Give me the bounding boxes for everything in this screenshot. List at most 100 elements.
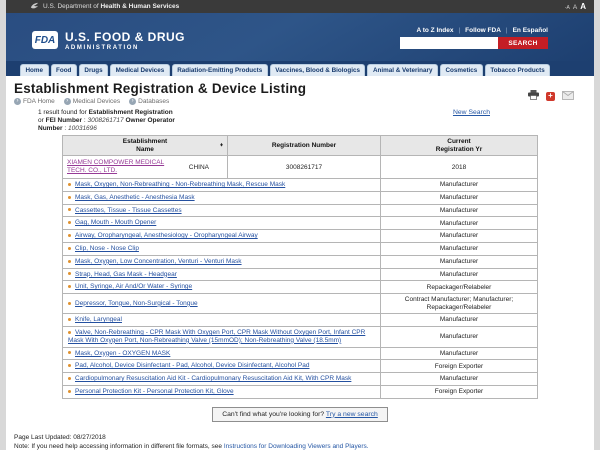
tab-vaccines-blood-biologics[interactable]: Vaccines, Blood & Biologics	[270, 64, 366, 77]
bullet-icon	[68, 260, 71, 263]
tab-food[interactable]: Food	[51, 64, 77, 77]
device-row: Mask, Oxygen, Non-Rebreathing - Non-Rebr…	[63, 179, 538, 192]
device-row: Knife, Laryngeal Manufacturer	[63, 314, 538, 327]
device-link-airway-oropharyngeal-anesthesiology-orop[interactable]: Airway, Oropharyngeal, Anesthesiology - …	[75, 232, 258, 239]
print-icon[interactable]	[528, 87, 539, 105]
device-row: Unit, Syringe, Air And/Or Water - Syring…	[63, 281, 538, 294]
search-input[interactable]	[400, 37, 498, 49]
device-link-personal-protection-kit-personal-protect[interactable]: Personal Protection Kit - Personal Prote…	[75, 388, 234, 395]
device-link-strap-head-gas-mask-headgear[interactable]: Strap, Head, Gas Mask - Headgear	[75, 271, 177, 278]
device-link-gag-mouth-mouth-opener[interactable]: Gag, Mouth - Mouth Opener	[75, 219, 156, 226]
viewers-players-link[interactable]: Instructions for Downloading Viewers and…	[224, 443, 369, 450]
device-link-unit-syringe-air-and-or-water-syringe[interactable]: Unit, Syringe, Air And/Or Water - Syring…	[75, 283, 192, 290]
establishment-row: XIAMEN COMPOWER MEDICAL TECH. CO., LTD. …	[63, 156, 538, 179]
device-row: Pad, Alcohol, Device Disinfectant - Pad,…	[63, 360, 538, 373]
device-row: Gag, Mouth - Mouth Opener Manufacturer	[63, 217, 538, 230]
email-icon[interactable]	[562, 87, 574, 105]
device-row: Mask, Oxygen - OXYGEN MASK Manufacturer	[63, 347, 538, 360]
breadcrumb-arrow-icon: ›	[64, 98, 71, 105]
breadcrumb-link-fda-home[interactable]: FDA Home	[23, 98, 55, 105]
device-row: Airway, Oropharyngeal, Anesthesiology - …	[63, 230, 538, 243]
device-row: Mask, Oxygen, Low Concentration, Venturi…	[63, 255, 538, 268]
device-role: Manufacturer	[381, 242, 538, 255]
quick-link-en-espa-ol[interactable]: En Español	[513, 27, 548, 34]
device-row: Depressor, Tongue, Non-Surgical - Tongue…	[63, 294, 538, 314]
fda-logo[interactable]: FDA	[32, 31, 58, 49]
device-link-cassettes-tissue-tissue-cassettes[interactable]: Cassettes, Tissue - Tissue Cassettes	[75, 207, 182, 214]
font-size-large[interactable]: A	[580, 2, 586, 11]
try-new-search-link[interactable]: Try a new search	[326, 411, 378, 418]
column-registration-number: Registration Number	[228, 136, 381, 156]
device-role: Manufacturer	[381, 268, 538, 281]
device-role: Manufacturer	[381, 347, 538, 360]
bullet-icon	[68, 208, 71, 211]
device-role: Foreign Exporter	[381, 385, 538, 398]
hhs-top-bar: U.S. Department of Health & Human Servic…	[6, 0, 594, 13]
device-link-depressor-tongue-non-surgical-tongue[interactable]: Depressor, Tongue, Non-Surgical - Tongue	[75, 300, 198, 307]
device-row: Mask, Gas, Anesthetic - Anesthesia Mask M…	[63, 191, 538, 204]
device-row: Cardiopulmonary Resuscitation Aid Kit - …	[63, 373, 538, 386]
sort-icon[interactable]: ♦	[220, 142, 223, 150]
device-link-mask-oxygen-oxygen-mask[interactable]: Mask, Oxygen - OXYGEN MASK	[75, 350, 170, 357]
column-current-registration-yr: Current Registration Yr	[381, 136, 538, 156]
bullet-icon	[68, 272, 71, 275]
device-link-knife-laryngeal[interactable]: Knife, Laryngeal	[75, 316, 122, 323]
share-icon[interactable]: +	[546, 92, 555, 101]
breadcrumb-arrow-icon: ›	[129, 98, 136, 105]
device-link-mask-gas-anesthetic-anesthesia-mask[interactable]: Mask, Gas, Anesthetic - Anesthesia Mask	[75, 194, 195, 201]
bullet-icon	[68, 318, 71, 321]
bullet-icon	[68, 221, 71, 224]
results-table: Establishment Name♦ Registration Number …	[62, 135, 538, 399]
breadcrumb-item-databases[interactable]: ›Databases	[129, 98, 169, 105]
quick-link-follow-fda[interactable]: Follow FDA	[465, 27, 501, 34]
tab-home[interactable]: Home	[20, 64, 49, 77]
device-link-pad-alcohol-device-disinfectant-pad-alco[interactable]: Pad, Alcohol, Device Disinfectant - Pad,…	[75, 362, 310, 369]
establishment-name-link[interactable]: XIAMEN COMPOWER MEDICAL TECH. CO., LTD.	[67, 159, 167, 175]
fda-masthead: FDA U.S. FOOD & DRUG ADMINISTRATION A to…	[6, 13, 594, 61]
new-search-link[interactable]: New Search	[453, 109, 490, 116]
font-size-small[interactable]: -A	[565, 5, 570, 11]
bullet-icon	[68, 247, 71, 250]
device-role: Manufacturer	[381, 191, 538, 204]
device-role: Manufacturer	[381, 217, 538, 230]
device-row: Strap, Head, Gas Mask - Headgear Manufact…	[63, 268, 538, 281]
breadcrumb-link-medical-devices[interactable]: Medical Devices	[73, 98, 120, 105]
cant-find-text: Can't find what you're looking for?	[222, 411, 324, 418]
bullet-icon	[68, 351, 71, 354]
font-size-controls[interactable]: -A A A	[565, 2, 586, 11]
tab-tobacco-products[interactable]: Tobacco Products	[485, 64, 550, 77]
breadcrumb-link-databases[interactable]: Databases	[138, 98, 169, 105]
device-link-valve-non-rebreathing-cpr-mask-with-oxyg[interactable]: Valve, Non-Rebreathing - CPR Mask With O…	[68, 329, 365, 344]
page-last-updated: Page Last Updated: 08/27/2018	[14, 434, 586, 442]
page-title: Establishment Registration & Device List…	[14, 81, 306, 96]
tab-animal-veterinary[interactable]: Animal & Veterinary	[367, 64, 438, 77]
device-role: Manufacturer	[381, 230, 538, 243]
result-summary-line: 1 result found for Establishment Registr…	[38, 109, 175, 117]
device-link-cardiopulmonary-resuscitation-aid-kit-ca[interactable]: Cardiopulmonary Resuscitation Aid Kit - …	[75, 375, 351, 382]
font-size-medium[interactable]: A	[573, 4, 577, 11]
breadcrumb-item-fda-home[interactable]: ›FDA Home	[14, 98, 55, 105]
main-content: Establishment Registration & Device List…	[6, 76, 594, 450]
search-button[interactable]: SEARCH	[498, 37, 548, 49]
breadcrumb: ›FDA Home›Medical Devices›Databases	[14, 98, 306, 105]
tab-medical-devices[interactable]: Medical Devices	[110, 64, 170, 77]
device-rows: XIAMEN COMPOWER MEDICAL TECH. CO., LTD. …	[63, 156, 538, 399]
bullet-icon	[68, 196, 71, 199]
tab-radiation-emitting-products[interactable]: Radiation-Emitting Products	[172, 64, 268, 77]
device-link-clip-nose-nose-clip[interactable]: Clip, Nose - Nose Clip	[75, 245, 139, 252]
device-role: Repackager/Relabeler	[381, 281, 538, 294]
masthead-title: U.S. FOOD & DRUG	[65, 30, 185, 44]
bullet-icon	[68, 234, 71, 237]
device-role: Manufacturer	[381, 314, 538, 327]
column-establishment-name[interactable]: Establishment Name♦	[63, 136, 228, 156]
device-link-mask-oxygen-non-rebreathing-non-rebreath[interactable]: Mask, Oxygen, Non-Rebreathing - Non-Rebr…	[75, 181, 285, 188]
tab-cosmetics[interactable]: Cosmetics	[440, 64, 483, 77]
quick-link-a-to-z-index[interactable]: A to Z Index	[416, 27, 453, 34]
bullet-icon	[68, 377, 71, 380]
hhs-text-bold: Health & Human Services	[100, 3, 179, 10]
breadcrumb-item-medical-devices[interactable]: ›Medical Devices	[64, 98, 120, 105]
header-quick-links: A to Z Index|Follow FDA|En Español	[416, 27, 548, 34]
page-frame: U.S. Department of Health & Human Servic…	[6, 0, 594, 450]
tab-drugs[interactable]: Drugs	[79, 64, 108, 77]
device-link-mask-oxygen-low-concentration-venturi-ve[interactable]: Mask, Oxygen, Low Concentration, Venturi…	[75, 258, 242, 265]
